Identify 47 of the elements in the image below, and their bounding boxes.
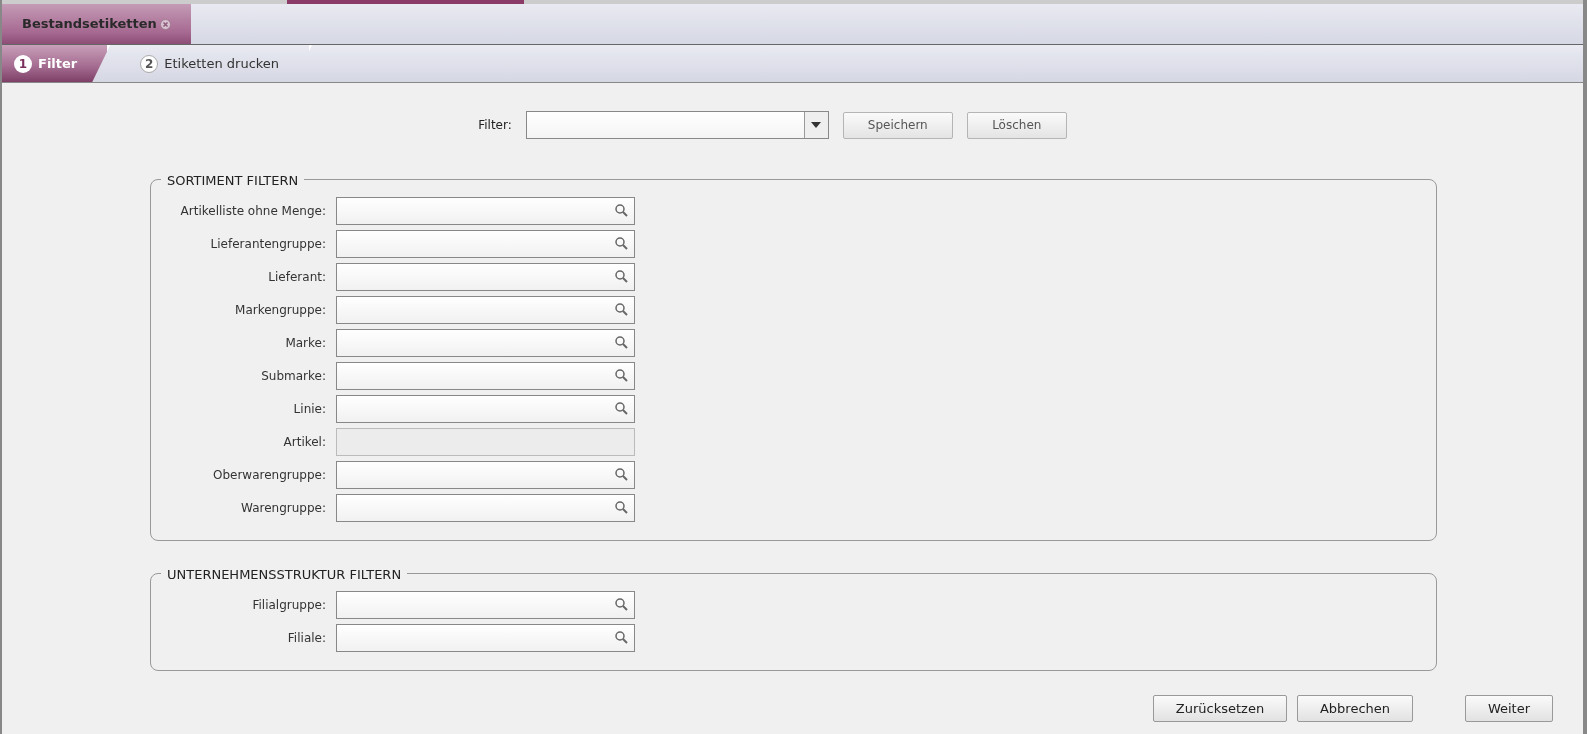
field-label: Filiale: <box>286 629 327 647</box>
search-icon[interactable] <box>615 303 628 316</box>
filter-action-button[interactable]: Löschen <box>966 111 1067 139</box>
field-label: Lieferant: <box>267 268 327 286</box>
step-number-icon: 2 <box>140 54 159 73</box>
lookup-field[interactable] <box>336 262 635 291</box>
lookup-field[interactable] <box>336 196 635 225</box>
lookup-field[interactable] <box>336 493 635 522</box>
footer-button[interactable]: Weiter <box>1465 695 1553 722</box>
search-icon[interactable] <box>615 204 628 217</box>
search-icon[interactable] <box>615 336 628 349</box>
field-label: Linie: <box>292 400 327 418</box>
step-tab[interactable]: 1 Filter <box>2 45 111 82</box>
search-icon[interactable] <box>615 631 628 644</box>
field-label: Submarke: <box>260 367 327 385</box>
field-label: Markengruppe: <box>234 301 327 319</box>
caret-icon[interactable] <box>811 122 822 128</box>
lookup-field[interactable] <box>336 328 635 357</box>
field-label: Warengruppe: <box>240 499 327 517</box>
document-tab[interactable]: Bestandsetiketten <box>2 4 191 44</box>
field-label: Artikelliste ohne Menge: <box>179 202 327 220</box>
lookup-field[interactable] <box>336 361 635 390</box>
search-icon[interactable] <box>615 270 628 283</box>
lookup-field[interactable] <box>336 229 635 258</box>
field-label: Marke: <box>284 334 327 352</box>
filter-action-button[interactable]: Speichern <box>842 111 953 139</box>
footer-button[interactable]: Zurücksetzen <box>1153 695 1287 722</box>
close-icon[interactable] <box>159 18 171 30</box>
step-tab[interactable]: 2 Etiketten drucken <box>110 45 313 82</box>
field-label: Artikel: <box>282 433 327 451</box>
field-label: Filialgruppe: <box>251 596 327 614</box>
lookup-field[interactable] <box>336 590 635 619</box>
lookup-field[interactable] <box>336 623 635 652</box>
lookup-field[interactable] <box>336 394 635 423</box>
lookup-field[interactable] <box>336 295 635 324</box>
search-icon[interactable] <box>615 402 628 415</box>
search-icon[interactable] <box>615 501 628 514</box>
field-label: Oberwarengruppe: <box>211 466 327 484</box>
step-number-icon: 1 <box>14 54 32 73</box>
footer-button[interactable]: Abbrechen <box>1297 695 1413 722</box>
search-icon[interactable] <box>615 468 628 481</box>
lookup-field[interactable] <box>336 460 635 489</box>
search-icon[interactable] <box>615 237 628 250</box>
search-icon[interactable] <box>615 598 628 611</box>
field-label: Lieferantengruppe: <box>209 235 327 253</box>
filter-label: Filter: <box>478 117 512 134</box>
search-icon[interactable] <box>615 369 628 382</box>
